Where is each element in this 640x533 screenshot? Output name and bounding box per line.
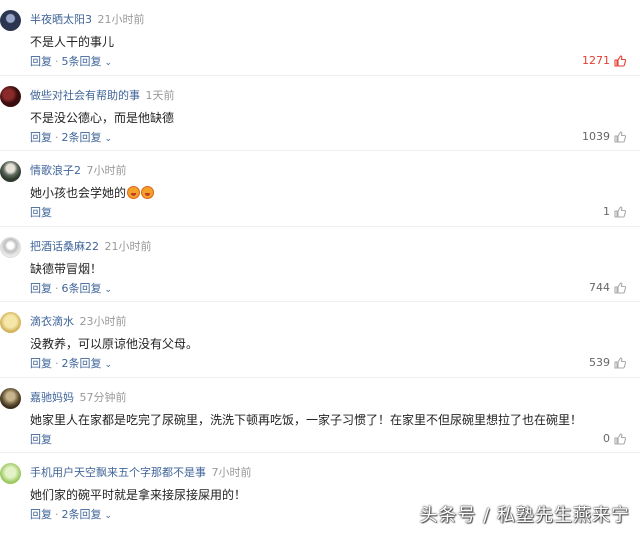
replies-count-label: 2条回复 bbox=[61, 130, 102, 144]
view-replies-button[interactable]: 2条回复 ⌄ bbox=[62, 131, 113, 144]
reply-button[interactable]: 回复 bbox=[30, 206, 52, 219]
separator: · bbox=[55, 508, 59, 521]
username-link[interactable]: 滴衣滴水 bbox=[30, 315, 74, 328]
thumbs-up-icon bbox=[614, 206, 626, 218]
username-link[interactable]: 情歌浪子2 bbox=[30, 164, 81, 177]
timestamp: 23小时前 bbox=[79, 315, 127, 328]
view-replies-button[interactable]: 6条回复 ⌄ bbox=[62, 282, 113, 295]
timestamp: 57分钟前 bbox=[79, 390, 127, 404]
comment-meta: 情歌浪子2 7小时前 bbox=[30, 164, 127, 178]
crying-laugh-emoji-icon bbox=[127, 186, 141, 199]
comment-text: 不是人干的事儿 bbox=[30, 35, 115, 49]
comment-meta: 滴衣滴水 23小时前 bbox=[30, 315, 127, 329]
thumbs-up-icon bbox=[614, 130, 626, 143]
comment-text-content: 她小孩也会学她的 bbox=[30, 186, 127, 200]
like-count: 744 bbox=[589, 280, 610, 294]
comment-text: 缺德带冒烟！ bbox=[30, 261, 103, 276]
timestamp: 7小时前 bbox=[86, 164, 127, 177]
replies-count-label: 6条回复 bbox=[61, 281, 102, 295]
replies-count-label: 2条回复 bbox=[61, 357, 102, 370]
avatar[interactable] bbox=[0, 10, 21, 31]
comment-actions: 回复 · 6条回复 ⌄ bbox=[30, 282, 112, 297]
comment-text: 不是没公德心，而是他缺德 bbox=[30, 110, 175, 125]
timestamp: 7小时前 bbox=[211, 466, 252, 479]
comment-actions: 回复 · 5条回复 ⌄ bbox=[30, 55, 112, 70]
comment-list: 半夜晒太阳3 21小时前 不是人干的事儿 回复 · 5条回复 ⌄ 1271 做些对社会… bbox=[0, 0, 640, 529]
separator: · bbox=[55, 357, 59, 370]
avatar[interactable] bbox=[0, 312, 21, 333]
like-count: 539 bbox=[589, 356, 610, 369]
chevron-down-icon: ⌄ bbox=[104, 58, 113, 68]
comment-item: 把酒话桑麻22 21小时前 缺德带冒烟！ 回复 · 6条回复 ⌄ 744 bbox=[0, 227, 640, 302]
like-button[interactable]: 744 bbox=[589, 281, 626, 295]
comment-actions: 回复 · 2条回复 ⌄ bbox=[30, 508, 112, 523]
username-link[interactable]: 半夜晒太阳3 bbox=[30, 13, 92, 26]
chevron-down-icon: ⌄ bbox=[104, 360, 113, 370]
reply-button[interactable]: 回复 bbox=[30, 433, 52, 446]
comment-meta: 做些对社会有帮助的事 1天前 bbox=[30, 89, 175, 103]
comment-actions: 回复 bbox=[30, 433, 52, 447]
comment-item: 滴衣滴水 23小时前 没教养，可以原谅他没有父母。 回复 · 2条回复 ⌄ 539 bbox=[0, 302, 640, 378]
comment-item: 半夜晒太阳3 21小时前 不是人干的事儿 回复 · 5条回复 ⌄ 1271 bbox=[0, 0, 640, 76]
thumbs-up-icon bbox=[614, 55, 626, 67]
comment-text: 她小孩也会学她的 bbox=[30, 185, 155, 201]
like-count: 0 bbox=[603, 431, 610, 445]
comment-text: 她们家的碗平时就是拿来接尿接屎用的！ bbox=[30, 488, 247, 502]
separator: · bbox=[55, 130, 59, 144]
like-count: 1271 bbox=[582, 54, 610, 67]
like-button[interactable]: 0 bbox=[603, 432, 626, 446]
watermark: 头条号 / 私塾先生燕来宁 bbox=[419, 505, 630, 526]
reply-button[interactable]: 回复 bbox=[30, 131, 52, 144]
comment-meta: 嘉驰妈妈 57分钟前 bbox=[30, 391, 127, 405]
comment-meta: 手机用户天空飘来五个字那都不是事 7小时前 bbox=[30, 466, 252, 480]
like-count: 1039 bbox=[582, 129, 610, 143]
thumbs-up-icon bbox=[614, 281, 626, 294]
comment-text: 她家里人在家都是吃完了尿碗里，洗洗下顿再吃饭，一家子习惯了！在家里不但尿碗里想拉… bbox=[30, 412, 583, 427]
timestamp: 21小时前 bbox=[104, 239, 152, 253]
reply-button[interactable]: 回复 bbox=[30, 357, 52, 370]
comment-item: 做些对社会有帮助的事 1天前 不是没公德心，而是他缺德 回复 · 2条回复 ⌄ 103… bbox=[0, 76, 640, 151]
avatar[interactable] bbox=[0, 85, 21, 107]
like-button[interactable]: 1271 bbox=[582, 54, 626, 68]
avatar[interactable] bbox=[0, 236, 21, 258]
chevron-down-icon: ⌄ bbox=[104, 133, 113, 144]
like-button[interactable]: 539 bbox=[589, 356, 626, 370]
comment-meta: 半夜晒太阳3 21小时前 bbox=[30, 13, 145, 27]
comment-actions: 回复 · 2条回复 ⌄ bbox=[30, 131, 112, 146]
comment-text: 没教养，可以原谅他没有父母。 bbox=[30, 337, 199, 351]
replies-count-label: 5条回复 bbox=[61, 55, 102, 68]
avatar[interactable] bbox=[0, 387, 21, 409]
avatar[interactable] bbox=[0, 463, 21, 484]
comment-actions: 回复 bbox=[30, 206, 52, 220]
view-replies-button[interactable]: 2条回复 ⌄ bbox=[62, 357, 113, 370]
view-replies-button[interactable]: 5条回复 ⌄ bbox=[62, 55, 113, 68]
username-link[interactable]: 做些对社会有帮助的事 bbox=[30, 89, 140, 102]
comment-meta: 把酒话桑麻22 21小时前 bbox=[30, 240, 152, 254]
chevron-down-icon: ⌄ bbox=[104, 284, 113, 295]
username-link[interactable]: 把酒话桑麻22 bbox=[30, 240, 99, 253]
view-replies-button[interactable]: 2条回复 ⌄ bbox=[62, 508, 113, 521]
reply-button[interactable]: 回复 bbox=[30, 282, 52, 295]
thumbs-up-icon bbox=[614, 432, 626, 445]
crying-laugh-emoji-icon bbox=[141, 186, 155, 199]
separator: · bbox=[55, 55, 59, 68]
thumbs-up-icon bbox=[614, 357, 626, 369]
comment-item: 嘉驰妈妈 57分钟前 她家里人在家都是吃完了尿碗里，洗洗下顿再吃饭，一家子习惯了… bbox=[0, 378, 640, 453]
reply-button[interactable]: 回复 bbox=[30, 55, 52, 68]
chevron-down-icon: ⌄ bbox=[104, 511, 113, 521]
like-button[interactable]: 1039 bbox=[582, 130, 626, 144]
timestamp: 1天前 bbox=[145, 88, 175, 102]
replies-count-label: 2条回复 bbox=[61, 508, 102, 521]
comment-item: 情歌浪子2 7小时前 她小孩也会学她的 回复 1 bbox=[0, 151, 640, 227]
timestamp: 21小时前 bbox=[97, 13, 145, 26]
like-button[interactable]: 1 bbox=[603, 205, 626, 219]
separator: · bbox=[55, 281, 59, 295]
avatar[interactable] bbox=[0, 161, 21, 182]
reply-button[interactable]: 回复 bbox=[30, 508, 52, 521]
username-link[interactable]: 嘉驰妈妈 bbox=[30, 391, 74, 404]
comment-actions: 回复 · 2条回复 ⌄ bbox=[30, 357, 112, 372]
like-count: 1 bbox=[603, 205, 610, 218]
username-link[interactable]: 手机用户天空飘来五个字那都不是事 bbox=[30, 466, 206, 479]
